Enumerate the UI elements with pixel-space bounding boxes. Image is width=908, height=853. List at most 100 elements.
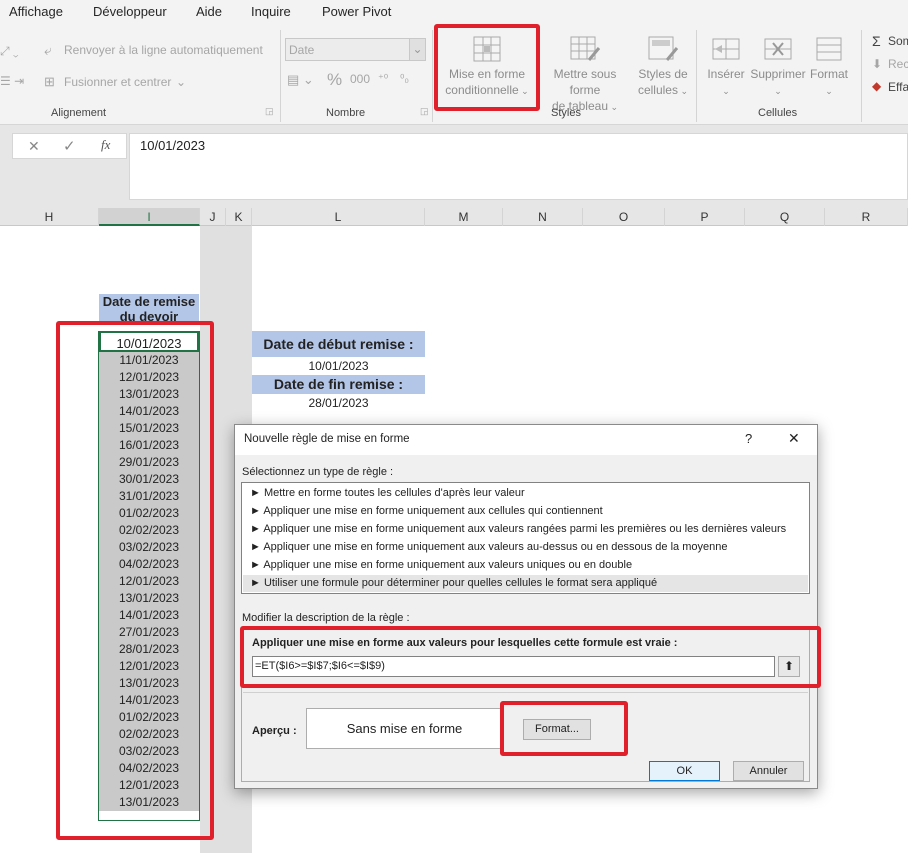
dialog-titlebar: Nouvelle règle de mise en forme ? ✕	[235, 425, 817, 455]
decrease-decimal-icon[interactable]: ⁰₀	[400, 72, 409, 85]
highlight-date-column	[56, 321, 214, 840]
insert-function-icon[interactable]: fx	[101, 137, 110, 153]
highlight-format-button	[500, 701, 628, 756]
currency-icon[interactable]: ▤ ⌄	[287, 72, 314, 88]
preview-label: Aperçu :	[252, 725, 297, 737]
rule-type-item-selected[interactable]: ► Utiliser une formule pour déterminer p…	[243, 575, 808, 592]
end-date-value[interactable]: 28/01/2023	[252, 396, 425, 410]
column-header-m[interactable]: M	[425, 208, 503, 226]
rule-type-label: Utiliser une formule pour déterminer pou…	[263, 577, 658, 589]
format-as-table-icon	[570, 36, 600, 61]
chevron-down-icon[interactable]: ⌄	[176, 75, 186, 89]
dialog-launcher-icon[interactable]: ◲	[420, 106, 429, 117]
confirm-icon[interactable]: ✓	[63, 137, 76, 155]
separator	[280, 30, 281, 122]
separator	[243, 692, 808, 693]
header-date-remise[interactable]: Date de remise du devoir	[99, 294, 199, 324]
wrap-text-icon: ⤶	[44, 42, 52, 58]
tab-aide[interactable]: Aide	[196, 4, 222, 19]
number-format-value: Date	[289, 43, 315, 57]
edit-description-label: Modifier la description de la règle :	[242, 612, 410, 624]
rule-type-label: Appliquer une mise en forme uniquement a…	[263, 523, 787, 535]
rule-type-item[interactable]: ► Appliquer une mise en forme uniquement…	[250, 503, 603, 520]
separator	[696, 30, 697, 122]
start-date-value[interactable]: 10/01/2023	[252, 359, 425, 373]
percent-icon[interactable]: %	[327, 70, 342, 90]
highlight-conditional-formatting	[434, 24, 540, 111]
separator	[432, 30, 433, 122]
format-as-table-button[interactable]: Mettre sous forme de tableau ⌄	[537, 36, 633, 115]
merge-icon: ⊞	[44, 74, 55, 89]
autosum-label[interactable]: Som	[888, 34, 908, 48]
format-label: Format	[809, 67, 848, 81]
dialog-launcher-icon[interactable]: ◲	[265, 106, 274, 117]
column-header-r[interactable]: R	[825, 208, 908, 226]
column-header-q[interactable]: Q	[745, 208, 825, 226]
autosum-icon[interactable]: Σ	[872, 33, 881, 49]
formula-input[interactable]: 10/01/2023	[129, 133, 908, 200]
group-label-styles: Styles	[551, 107, 581, 119]
chevron-down-icon[interactable]: ⌄	[409, 39, 425, 60]
rule-type-item[interactable]: ► Mettre en forme toutes les cellules d'…	[250, 485, 525, 502]
clear-icon[interactable]: ◆	[872, 79, 881, 93]
column-header-n[interactable]: N	[503, 208, 583, 226]
highlight-formula	[240, 626, 821, 688]
format-as-table-label-1: Mettre sous forme	[553, 67, 617, 97]
column-headers: H I J K L M N O P Q R	[0, 208, 908, 226]
merge-center-button[interactable]: Fusionner et centrer	[64, 75, 171, 89]
fill-label[interactable]: Rec	[888, 57, 908, 71]
thousands-icon[interactable]: 000	[350, 72, 370, 86]
clear-label[interactable]: Effa	[888, 80, 908, 94]
formula-bar: ✕ ✓ fx 10/01/2023	[0, 125, 908, 208]
rule-type-label: Mettre en forme toutes les cellules d'ap…	[263, 487, 525, 499]
chevron-down-icon: ⌄	[722, 86, 730, 96]
tab-developpeur[interactable]: Développeur	[93, 4, 167, 19]
column-header-i[interactable]: I	[99, 208, 200, 226]
header-line-1: Date de remise	[102, 294, 196, 309]
wrap-text-button[interactable]: Renvoyer à la ligne automatiquement	[64, 43, 263, 57]
insert-cells-icon	[712, 38, 740, 60]
fill-icon[interactable]: ⬇	[872, 57, 882, 71]
column-header-l[interactable]: L	[252, 208, 425, 226]
cell-styles-label-1: Styles de	[638, 67, 688, 81]
rule-type-item[interactable]: ► Appliquer une mise en forme uniquement…	[250, 521, 786, 538]
orientation-icon[interactable]: ⤢ ⌄	[0, 44, 19, 59]
rule-type-label: Appliquer une mise en forme uniquement a…	[263, 559, 633, 571]
increase-decimal-icon[interactable]: ⁺⁰	[378, 72, 388, 85]
chevron-down-icon: ⌄	[774, 86, 782, 96]
end-date-label[interactable]: Date de fin remise :	[252, 375, 425, 394]
tab-affichage[interactable]: Affichage	[9, 4, 63, 19]
number-format-select[interactable]: Date ⌄	[285, 38, 426, 61]
rule-type-list: ► Mettre en forme toutes les cellules d'…	[241, 482, 810, 594]
indent-icon[interactable]: ☰ ⇥	[0, 74, 24, 88]
insert-button[interactable]: Insérer ⌄	[703, 36, 749, 99]
delete-cells-icon	[764, 38, 792, 60]
column-header-p[interactable]: P	[665, 208, 745, 226]
cancel-button[interactable]: Annuler	[733, 761, 804, 781]
help-icon[interactable]: ?	[745, 431, 752, 446]
group-label-number: Nombre	[326, 107, 366, 119]
column-header-o[interactable]: O	[583, 208, 665, 226]
group-label-cells: Cellules	[758, 107, 798, 119]
group-label-alignment: Alignement	[51, 107, 107, 119]
cancel-icon[interactable]: ✕	[28, 138, 40, 155]
close-icon[interactable]: ✕	[788, 430, 800, 447]
rule-type-item[interactable]: ► Appliquer une mise en forme uniquement…	[250, 557, 632, 574]
formula-controls: ✕ ✓ fx	[12, 133, 127, 159]
format-cells-button[interactable]: Format ⌄	[807, 36, 851, 99]
delete-label: Supprimer	[750, 67, 806, 81]
column-header-k[interactable]: K	[226, 208, 252, 226]
rule-type-item[interactable]: ► Appliquer une mise en forme uniquement…	[250, 539, 727, 556]
cell-styles-button[interactable]: Styles de cellules ⌄	[634, 36, 692, 99]
format-cells-icon	[816, 37, 842, 61]
chevron-down-icon: ⌄	[825, 86, 833, 96]
ok-button[interactable]: OK	[649, 761, 720, 781]
select-rule-type-label: Sélectionnez un type de règle :	[242, 466, 394, 478]
start-date-label[interactable]: Date de début remise :	[252, 331, 425, 357]
delete-button[interactable]: Supprimer ⌄	[749, 36, 807, 99]
tab-power-pivot[interactable]: Power Pivot	[322, 4, 391, 19]
tab-inquire[interactable]: Inquire	[251, 4, 291, 19]
column-header-j[interactable]: J	[200, 208, 226, 226]
column-header-h[interactable]: H	[0, 208, 99, 226]
insert-label: Insérer	[707, 67, 745, 81]
